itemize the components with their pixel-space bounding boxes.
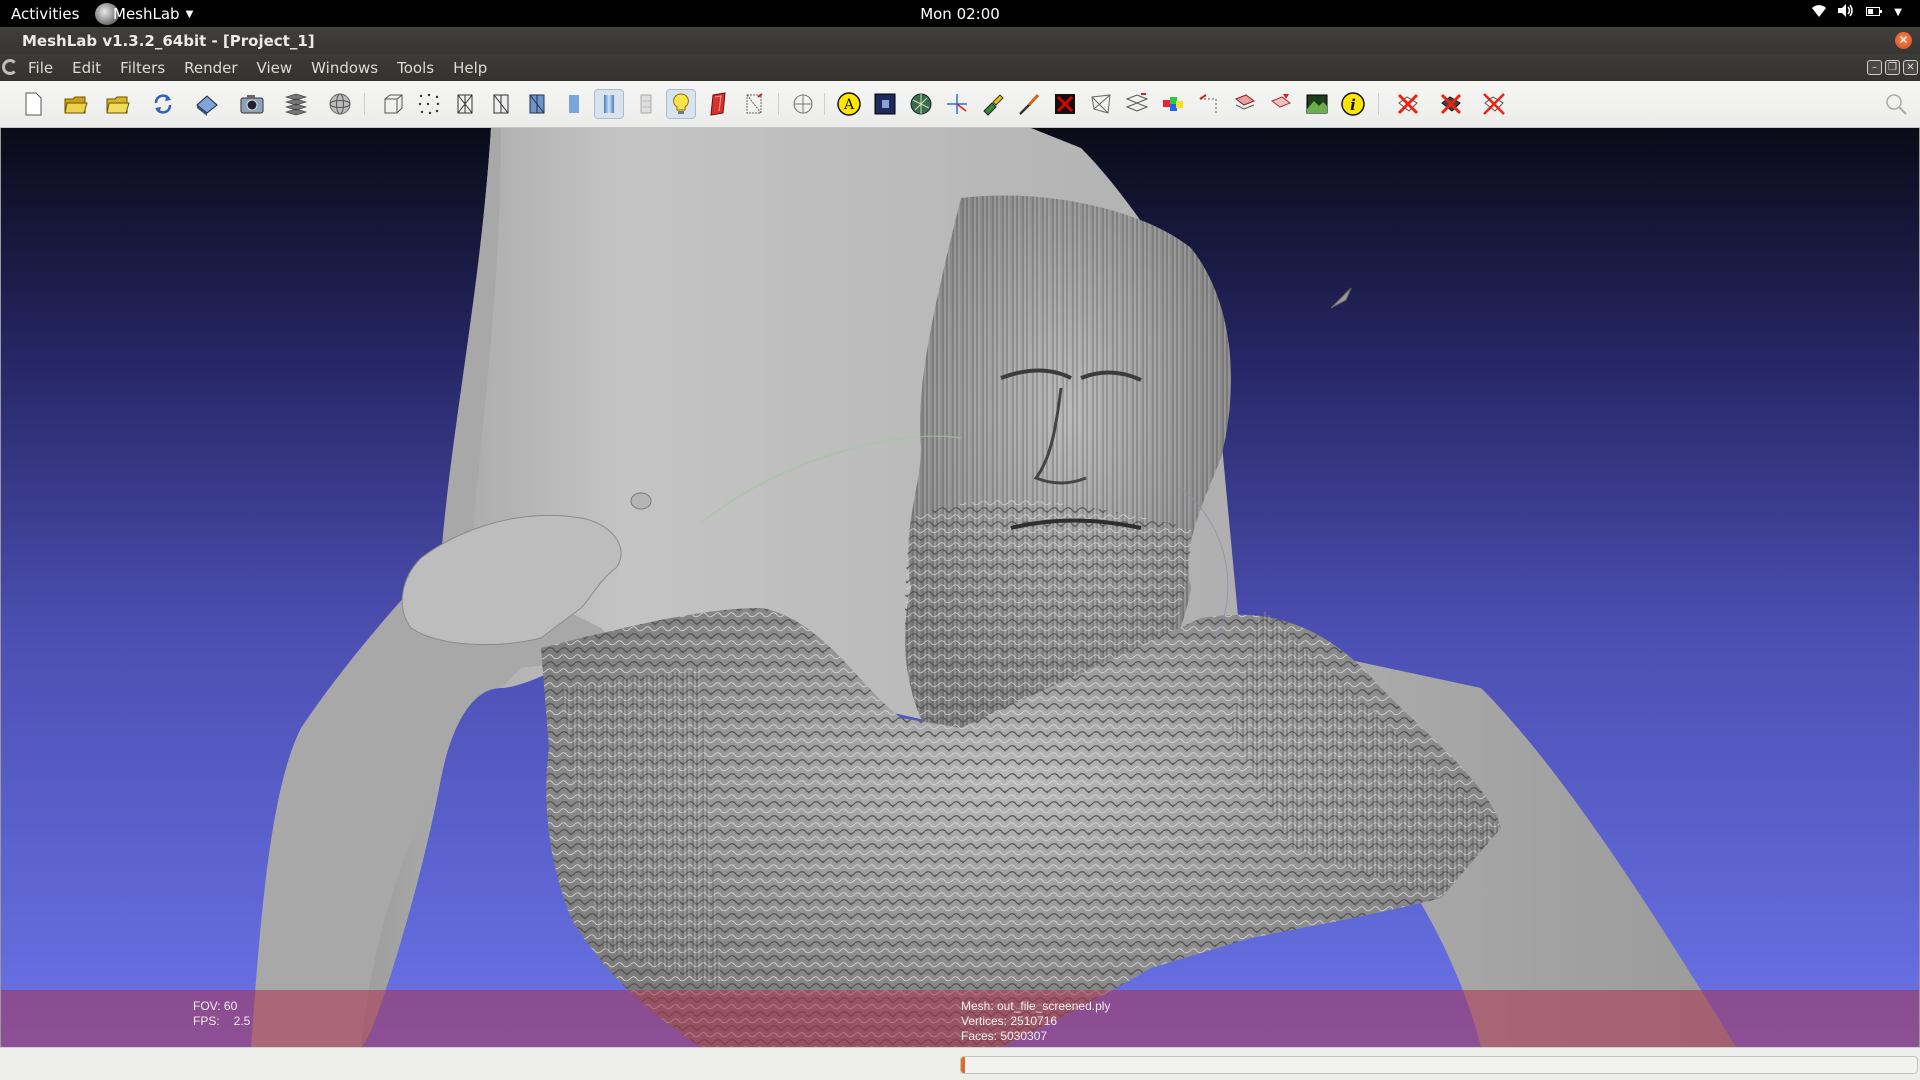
info-icon[interactable]: i <box>1338 89 1368 119</box>
clock[interactable]: Mon 02:00 <box>0 5 1920 23</box>
select-vertices-icon[interactable] <box>1086 89 1116 119</box>
window-menu-icon[interactable] <box>2 59 18 75</box>
paint-icon[interactable] <box>978 89 1008 119</box>
fps-readout: FPS: 2.5 <box>193 1014 250 1029</box>
mesh-info: Mesh: out_file_screened.ply Vertices: 25… <box>961 999 1110 1044</box>
minimize-subwindow-button[interactable]: – <box>1867 60 1882 75</box>
activities-button[interactable]: Activities <box>11 5 79 23</box>
menu-render[interactable]: Render <box>184 59 237 77</box>
toolbar-separator <box>1378 93 1379 115</box>
reload-icon[interactable] <box>148 89 178 119</box>
fov-readout: FOV: 60 <box>193 999 250 1014</box>
delete-selection-icon[interactable] <box>1479 89 1509 119</box>
measure-icon[interactable] <box>942 89 972 119</box>
menu-edit[interactable]: Edit <box>72 59 101 77</box>
main-toolbar: A i <box>0 81 1920 128</box>
menu-file[interactable]: File <box>28 59 53 77</box>
app-menu[interactable]: MeshLab ▼ <box>95 2 193 26</box>
3d-viewport[interactable]: FOV: 60 FPS: 2.5 Mesh: out_file_screened.… <box>0 128 1920 1047</box>
points-icon[interactable] <box>414 89 444 119</box>
back-face-culling-icon[interactable] <box>739 89 769 119</box>
mutual-info-icon[interactable] <box>1266 89 1296 119</box>
close-subwindow-button[interactable]: ✕ <box>1903 60 1918 75</box>
menu-tools[interactable]: Tools <box>397 59 434 77</box>
svg-text:A: A <box>843 97 855 113</box>
system-top-bar: Activities MeshLab ▼ Mon 02:00 ▼ <box>0 0 1920 27</box>
toolbar-separator <box>364 93 365 115</box>
svg-text:i: i <box>1350 96 1356 114</box>
menu-filters[interactable]: Filters <box>120 59 165 77</box>
fps-label: FPS: <box>193 1014 220 1028</box>
info-overlay: FOV: 60 FPS: 2.5 Mesh: out_file_screened.… <box>1 990 1919 1047</box>
light-icon[interactable] <box>666 89 696 119</box>
window-title-bar[interactable]: MeshLab v1.3.2_64bit - [Project_1] ✕ <box>0 27 1920 54</box>
toolbar-separator <box>824 93 825 115</box>
search-icon[interactable] <box>1884 92 1908 116</box>
menu-bar: File Edit Filters Render View Windows To… <box>0 54 1920 81</box>
wifi-icon[interactable] <box>1812 4 1827 21</box>
chevron-down-icon: ▼ <box>185 8 194 20</box>
face-count: Faces: 5030307 <box>961 1029 1048 1043</box>
color-picker-icon[interactable] <box>1158 89 1188 119</box>
align-icon[interactable] <box>1122 89 1152 119</box>
view-info: FOV: 60 FPS: 2.5 <box>193 999 250 1029</box>
brush-icon[interactable] <box>1014 89 1044 119</box>
image-align-icon[interactable] <box>1302 89 1332 119</box>
wireframe-icon[interactable] <box>450 89 480 119</box>
fps-value: 2.5 <box>233 1014 251 1028</box>
select-region-icon[interactable] <box>1230 89 1260 119</box>
hidden-lines-icon[interactable] <box>486 89 516 119</box>
delete-faces-icon[interactable] <box>1393 89 1423 119</box>
raster-icon[interactable] <box>870 89 900 119</box>
fov-value: 60 <box>223 999 238 1013</box>
open-project-icon[interactable] <box>61 89 91 119</box>
texture-icon[interactable] <box>631 89 661 119</box>
restore-subwindow-button[interactable]: ❐ <box>1885 60 1900 75</box>
import-mesh-icon[interactable] <box>103 89 133 119</box>
layers-icon[interactable] <box>281 89 311 119</box>
new-project-icon[interactable] <box>18 89 48 119</box>
mdi-controls: – ❐ ✕ <box>1867 60 1918 75</box>
toolbar-separator <box>778 93 779 115</box>
double-side-lighting-icon[interactable] <box>703 89 733 119</box>
progress-bar <box>960 1056 1918 1074</box>
smooth-icon[interactable] <box>594 89 624 119</box>
annotation-icon[interactable]: A <box>834 89 864 119</box>
snapshot-icon[interactable] <box>237 89 267 119</box>
export-mesh-icon[interactable] <box>192 89 222 119</box>
menu-view[interactable]: View <box>257 59 293 77</box>
battery-icon[interactable] <box>1866 5 1883 20</box>
status-bar <box>0 1047 1920 1080</box>
system-tray[interactable]: ▼ <box>1812 4 1902 21</box>
flat-icon[interactable] <box>559 89 589 119</box>
app-menu-label: MeshLab <box>113 5 180 23</box>
flat-lines-icon[interactable] <box>522 89 552 119</box>
window-title: MeshLab v1.3.2_64bit - [Project_1] <box>22 32 315 50</box>
volume-icon[interactable] <box>1838 4 1854 21</box>
close-window-button[interactable]: ✕ <box>1895 32 1912 49</box>
mesh-name: Mesh: out_file_screened.ply <box>961 999 1111 1013</box>
delete-vertices-icon[interactable] <box>1436 89 1466 119</box>
chevron-down-icon[interactable]: ▼ <box>1894 7 1902 18</box>
fov-label: FOV: <box>193 999 221 1013</box>
manipulator-icon[interactable] <box>1194 89 1224 119</box>
select-connected-icon[interactable] <box>1050 89 1080 119</box>
menu-help[interactable]: Help <box>453 59 487 77</box>
progress-bar-fill <box>961 1057 965 1073</box>
trackball-icon[interactable] <box>325 89 355 119</box>
bounding-box-icon[interactable] <box>378 89 408 119</box>
select-faces-icon[interactable] <box>906 89 936 119</box>
axes-icon[interactable] <box>788 89 818 119</box>
mesh-render <box>251 128 1736 1047</box>
menu-windows[interactable]: Windows <box>311 59 378 77</box>
vertex-count: Vertices: 2510716 <box>961 1014 1058 1028</box>
